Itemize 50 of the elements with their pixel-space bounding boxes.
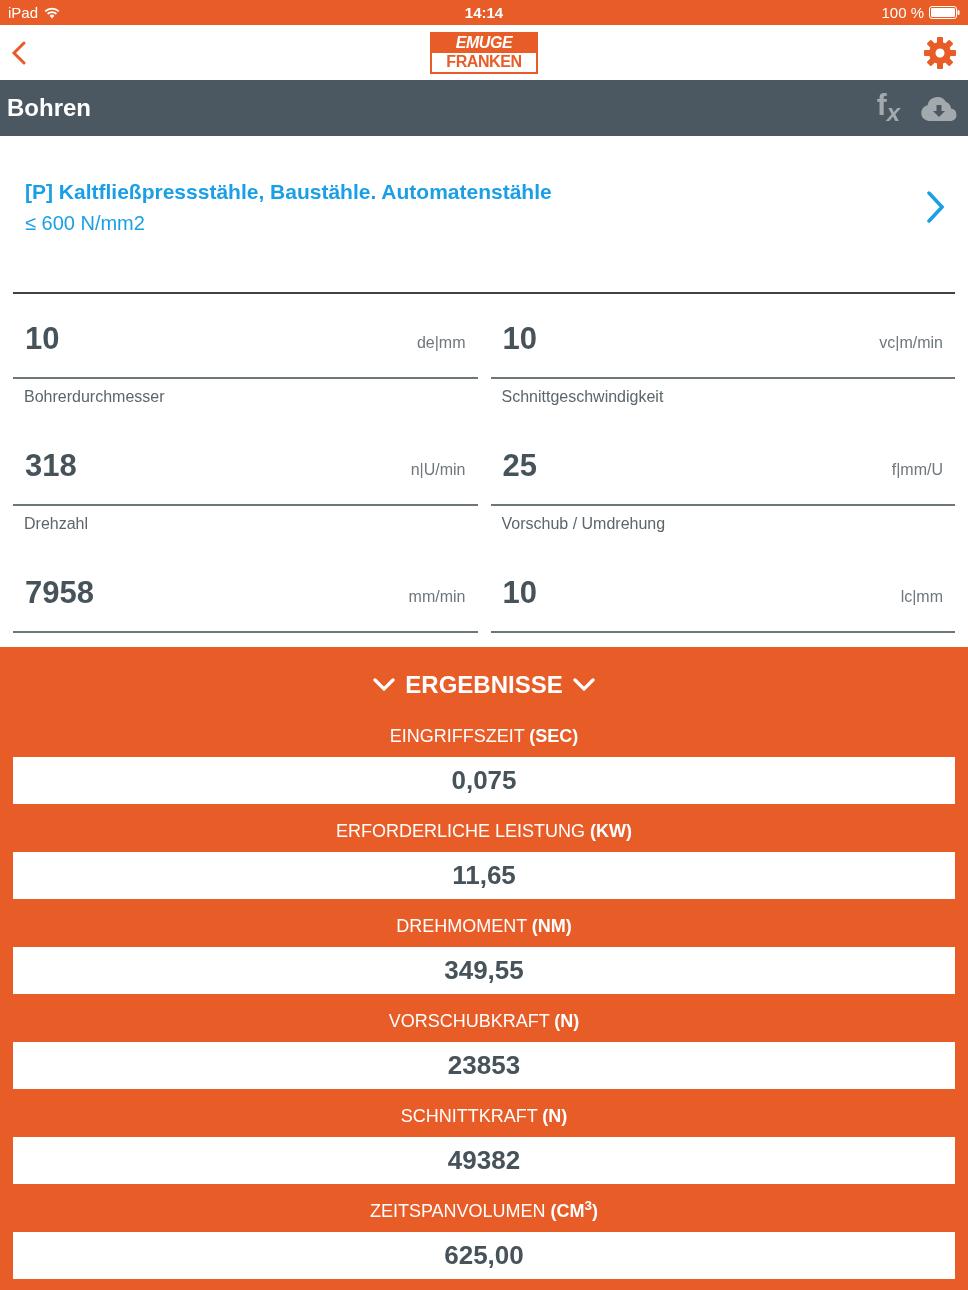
input-field[interactable]: 10 de|mm	[13, 300, 478, 379]
settings-icon[interactable]	[924, 36, 956, 69]
unit-label: vc|m/min	[879, 332, 943, 351]
wifi-icon	[44, 6, 61, 19]
cloud-download-icon[interactable]	[920, 95, 958, 121]
result-label: DREHMOMENT (NM)	[396, 917, 572, 935]
input-field[interactable]: 10 lc|mm	[490, 554, 955, 633]
battery-icon	[929, 6, 960, 19]
result-label: SCHNITTKRAFT (N)	[400, 1107, 568, 1125]
field-label: Vorschub / Umdrehung	[501, 515, 666, 532]
chevron-left-icon	[11, 40, 27, 65]
page-title: Bohren	[7, 96, 91, 120]
result-label: VORSCHUBKRAFT (N)	[388, 1012, 580, 1030]
field-value: 7958	[25, 577, 94, 608]
result-label: ZEITSPANVOLUMEN (CM$^{3}$)	[369, 1202, 599, 1220]
result-value: 23853	[13, 1042, 955, 1089]
result-value: 11,65	[13, 852, 955, 899]
field-label: Drehzahl	[24, 515, 89, 532]
result-value: 49382	[13, 1137, 955, 1184]
field-value: 10	[502, 577, 537, 608]
material-name: [P] Kaltfließpressstähle, Baustähle. Automatenstähle	[25, 179, 552, 205]
battery-percent: 100 %	[881, 5, 924, 20]
clock-time: 14:14	[464, 5, 504, 20]
field-label: Bohrerdurchmesser	[24, 388, 165, 405]
logo-text: FRANKEN	[445, 52, 523, 72]
result-label: ERFORDERLICHE LEISTUNG (KW)	[336, 822, 632, 840]
unit-label: mm/min	[408, 586, 466, 605]
field-value: 318	[25, 450, 77, 481]
device-name: iPad	[8, 5, 39, 20]
result-value: 349,55	[13, 947, 955, 994]
unit-label: de|mm	[416, 332, 466, 351]
field-value: 10	[502, 323, 537, 354]
logo-text: EMUGE	[432, 33, 536, 53]
chevron-right-icon[interactable]	[926, 191, 944, 223]
field-value: 10	[25, 323, 60, 354]
result-value: 625,00	[13, 1232, 955, 1279]
material-strength: ≤ 600 N/mm2	[25, 211, 146, 236]
unit-label: f|mm/U	[891, 459, 943, 478]
field-value: 25	[502, 450, 537, 481]
unit-label: n|U/min	[410, 459, 466, 478]
field-label: Schnittgeschwindigkeit	[501, 388, 664, 405]
results-toggle[interactable]: ERGEBNISSE	[373, 661, 595, 709]
result-value: 0,075	[13, 757, 955, 804]
input-field[interactable]: 7958 mm/min	[13, 554, 478, 633]
input-field[interactable]: 10 vc|m/min	[490, 300, 955, 379]
result-label: EINGRIFFSZEIT (SEC)	[389, 727, 579, 745]
unit-label: lc|mm	[900, 586, 943, 605]
input-field[interactable]: 318 n|U/min	[13, 427, 478, 506]
back-button[interactable]	[10, 39, 28, 66]
input-field[interactable]: 25 f|mm/U	[490, 427, 955, 506]
